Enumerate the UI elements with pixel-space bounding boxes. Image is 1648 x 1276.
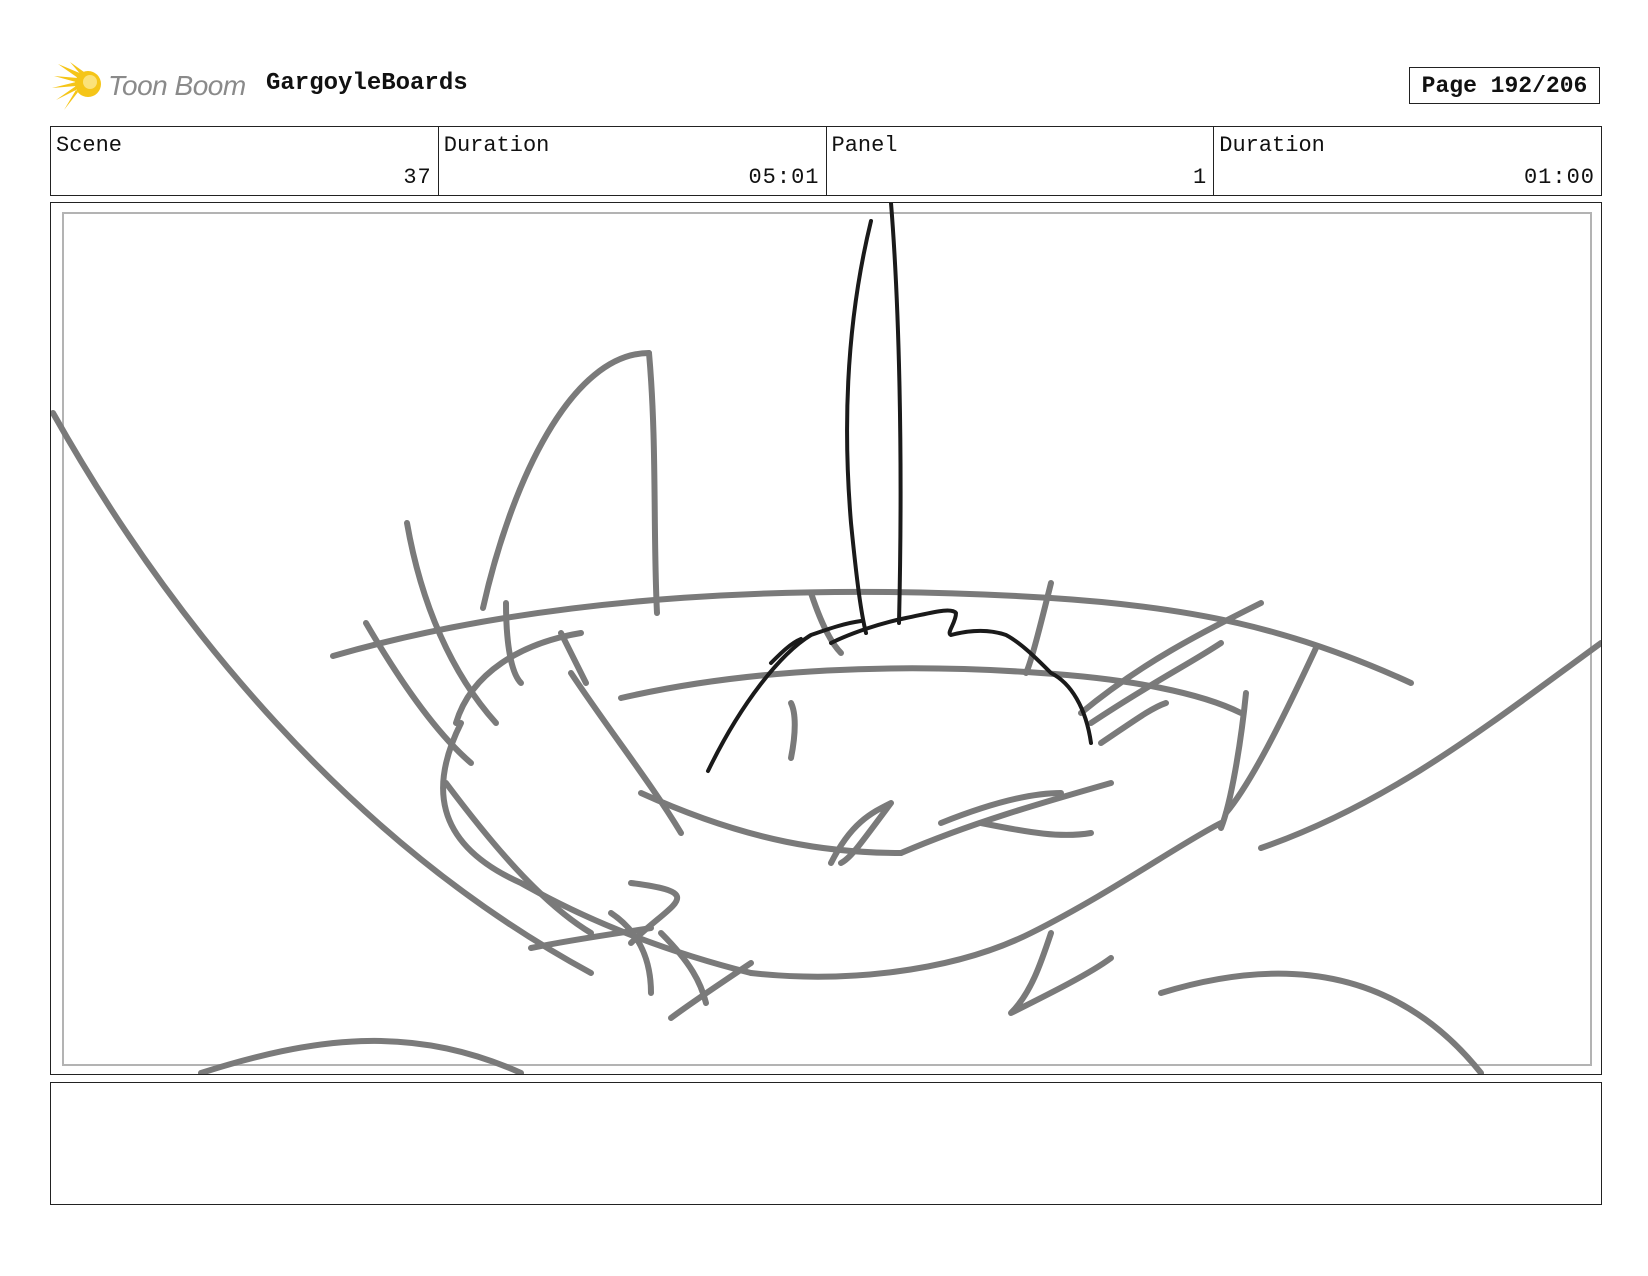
scene-label: Scene [56,133,123,158]
project-title: GargoyleBoards [266,70,468,97]
scene-value: 37 [403,165,432,190]
panel-caption-box [50,1082,1602,1205]
panel-cell: Panel 1 [825,127,1214,195]
panel-duration-label: Duration [1219,133,1325,158]
panel-duration-cell: Duration 01:00 [1213,127,1601,195]
brand-name: Toon Boom [108,70,246,101]
scene-duration-cell: Duration 05:01 [437,127,826,195]
panel-duration-value: 01:00 [1523,165,1595,190]
page-indicator: Page 192/206 [1409,67,1600,104]
panel-label: Panel [831,133,898,158]
scene-info-table: Scene 37 Duration 05:01 Panel 1 Duration… [50,126,1602,196]
panel-value: 1 [1193,165,1208,190]
scene-duration-label: Duration [443,133,550,158]
scene-cell: Scene 37 [51,127,438,195]
rough-sketch-lines [51,350,1601,1074]
panel-sketch [51,203,1601,1074]
ink-sketch-lines [706,203,1093,773]
starburst-icon [52,62,101,110]
scene-duration-value: 05:01 [748,165,820,190]
toon-boom-logo: Toon Boom [52,58,252,114]
storyboard-panel [50,202,1602,1075]
